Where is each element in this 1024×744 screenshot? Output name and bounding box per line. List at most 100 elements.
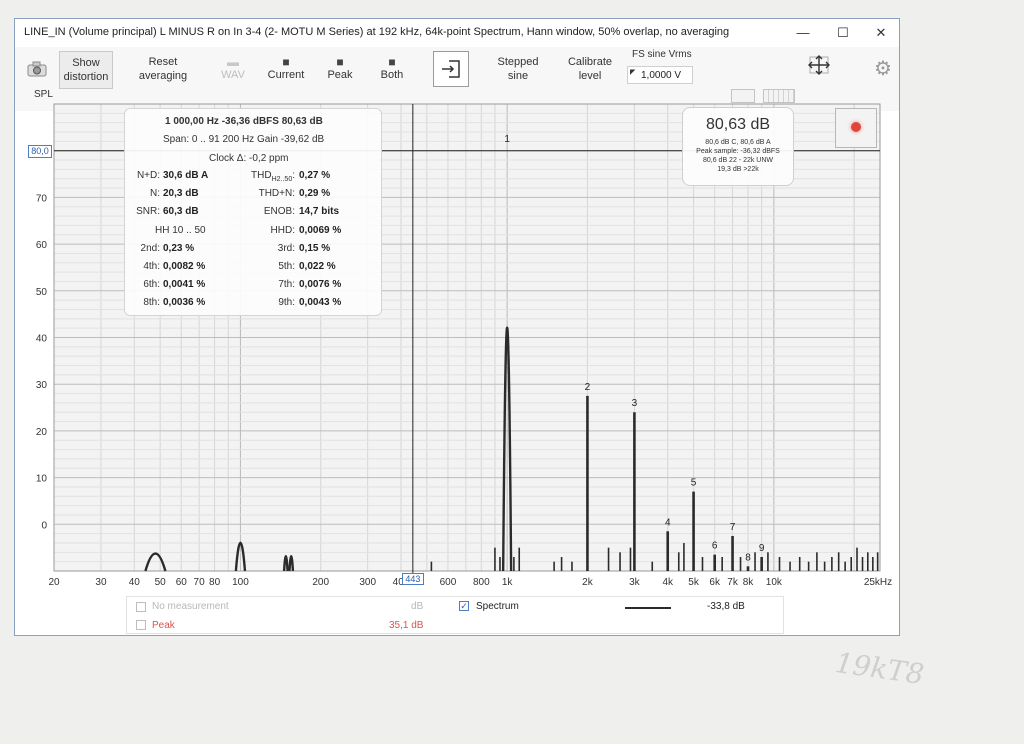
harmonic-label: 7 <box>730 522 736 533</box>
wav-button[interactable]: ▬ WAV <box>215 51 251 87</box>
stat-label-left: N+D: <box>136 170 160 181</box>
y-tick-label: 0 <box>41 520 47 531</box>
both-label: Both <box>380 69 404 81</box>
harmonic-label: 4 <box>665 517 671 528</box>
harmonic-label: 8 <box>745 552 751 563</box>
harmonic-label: 6 <box>712 541 718 552</box>
stat-label-right: THD+N: <box>258 188 295 200</box>
stat-value-right: 0,15 % <box>299 242 331 254</box>
stat-value-right: 0,022 % <box>299 261 336 272</box>
gear-icon: ⚙ <box>874 58 892 80</box>
spectrum-legend-value: -33,8 dB <box>707 601 745 612</box>
x-tick-label: 70 <box>194 577 206 588</box>
distortion-stats-panel: 1 000,00 Hz -36,36 dBFS 80,63 dB Span: 0… <box>124 108 382 316</box>
x-tick-label: 2k <box>582 577 594 588</box>
y-tick-label: 20 <box>36 427 48 438</box>
x-tick-label: 4k <box>662 577 674 588</box>
stat-value-left: 0,0082 % <box>163 261 206 272</box>
x-tick-label: 600 <box>440 577 457 588</box>
x-tick-label: 50 <box>155 577 167 588</box>
x-tick-label: 60 <box>176 577 188 588</box>
spectrum-legend-label: Spectrum <box>476 601 519 612</box>
maximize-button[interactable]: ☐ <box>833 25 853 41</box>
level-value: 80,63 dB <box>705 116 771 133</box>
no-measurement-checkbox[interactable] <box>136 602 146 612</box>
reset-averaging-label: Reset averaging <box>138 56 188 82</box>
calibrate-level-button[interactable]: Calibrate level <box>561 51 619 87</box>
close-button[interactable]: ✕ <box>871 25 891 41</box>
stat-value-right: 14,7 bits <box>299 206 340 218</box>
stat-label-right: 5th: <box>278 261 295 272</box>
level-cursor-readout[interactable]: 80,0 <box>28 144 52 158</box>
x-tick-label: 5k <box>688 577 700 588</box>
stat-label-left: N: <box>150 188 160 200</box>
save-icon: ■ <box>282 55 290 69</box>
harmonic-label: 5 <box>691 478 697 489</box>
legend-panel: No measurement dB Peak 35,1 dB ✓ Spectru… <box>126 596 784 634</box>
layout-swatch[interactable] <box>763 89 795 103</box>
no-measurement-label: No measurement <box>152 601 229 612</box>
y-tick-label: 40 <box>36 334 48 345</box>
save-both-button[interactable]: ■ Both <box>371 51 413 87</box>
y-tick-label: 60 <box>36 240 48 251</box>
wav-label: WAV <box>221 69 245 81</box>
camera-icon <box>27 61 47 77</box>
toolbar: Show distortion Reset averaging ▬ WAV ■ … <box>15 47 899 111</box>
stat-label-left: 8th: <box>143 297 160 309</box>
stat-value-right: 0,27 % <box>299 170 331 181</box>
current-label: Current <box>267 69 305 81</box>
minimize-button[interactable]: — <box>793 25 813 41</box>
stat-value-right: 0,0069 % <box>299 224 342 236</box>
x-tick-label: 6k <box>709 577 721 588</box>
x-tick-label: 30 <box>95 577 107 588</box>
stepped-sine-label: Stepped sine <box>497 56 539 82</box>
harmonic-label: 9 <box>759 543 765 554</box>
stat-value-left: 0,0036 % <box>163 297 206 309</box>
stat-label-right: THDH2..50: <box>251 170 295 183</box>
record-button[interactable] <box>835 108 877 148</box>
record-dot-icon <box>851 122 861 132</box>
peak-checkbox[interactable] <box>136 620 146 630</box>
margin-note: 19kT8 <box>833 645 926 692</box>
save-peak-button[interactable]: ■ Peak <box>319 51 361 87</box>
fs-sine-label: FS sine Vrms <box>632 49 692 60</box>
camera-button[interactable] <box>20 51 54 87</box>
x-tick-label: 100 <box>232 577 249 588</box>
stat-value-left: 0,0041 % <box>163 279 206 291</box>
peak-legend-value: 35,1 dB <box>389 620 424 631</box>
x-tick-label: 7k <box>727 577 739 588</box>
save-icon: ■ <box>388 55 396 69</box>
show-distortion-button[interactable]: Show distortion <box>59 51 113 89</box>
import-button[interactable] <box>433 51 469 87</box>
stat-label-right: 9th: <box>278 297 295 309</box>
y-tick-label: 30 <box>36 380 48 391</box>
stat-label-left: 2nd: <box>140 242 160 254</box>
harmonic-label: 3 <box>632 398 638 409</box>
x-tick-label: 800 <box>473 577 490 588</box>
stat-label-right: HHD: <box>270 224 295 236</box>
import-icon <box>442 60 460 78</box>
stat-value-right: 0,0043 % <box>299 297 342 309</box>
x-tick-label: 200 <box>312 577 329 588</box>
fs-vrms-input[interactable]: ◤ 1,0000 V <box>627 66 693 84</box>
stepped-sine-button[interactable]: Stepped sine <box>489 51 547 87</box>
spl-label: SPL <box>34 89 53 100</box>
x-tick-label: 10k <box>766 577 783 588</box>
harmonic-label: 2 <box>585 382 591 393</box>
x-tick-label: 80 <box>209 577 221 588</box>
stat-label-right: ENOB: <box>263 206 295 218</box>
stat-value-left: 20,3 dB <box>163 188 199 200</box>
move-button[interactable] <box>801 51 837 79</box>
spectrum-checkbox[interactable]: ✓ <box>459 601 469 611</box>
peak-label: Peak <box>327 69 353 81</box>
color-swatch[interactable] <box>731 89 755 103</box>
settings-button[interactable]: ⚙ <box>869 51 897 87</box>
frequency-cursor-readout[interactable]: 443 <box>401 573 424 585</box>
x-tick-label: 3k <box>629 577 641 588</box>
y-tick-label: 50 <box>36 287 48 298</box>
dropdown-corner-icon: ◤ <box>630 69 636 76</box>
x-tick-label: 8k <box>743 577 755 588</box>
save-current-button[interactable]: ■ Current <box>263 51 309 87</box>
peak-legend-label: Peak <box>152 620 175 631</box>
reset-averaging-button[interactable]: Reset averaging <box>133 51 193 87</box>
